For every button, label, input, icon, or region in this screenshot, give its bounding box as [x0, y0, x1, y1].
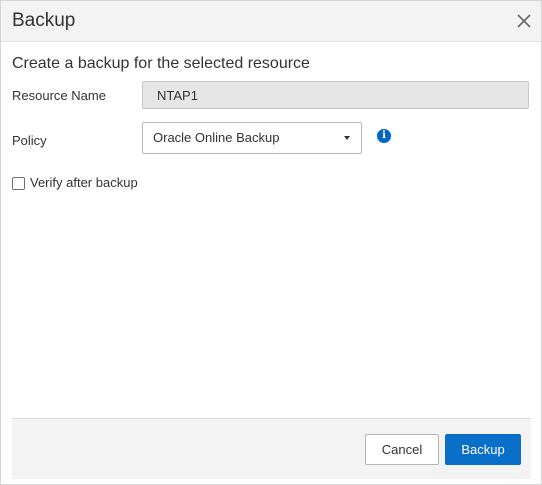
- policy-label: Policy: [12, 133, 47, 148]
- policy-select[interactable]: Oracle Online Backup: [142, 122, 362, 154]
- backup-button[interactable]: Backup: [445, 434, 521, 465]
- close-icon[interactable]: [515, 12, 533, 30]
- dialog-title: Backup: [12, 10, 76, 31]
- chevron-down-icon: [344, 136, 350, 140]
- resource-name-label: Resource Name: [12, 88, 106, 103]
- dialog-footer: Cancel Backup: [12, 418, 531, 479]
- policy-selected-value: Oracle Online Backup: [153, 130, 280, 145]
- cancel-button[interactable]: Cancel: [365, 434, 439, 465]
- backup-dialog: Backup Create a backup for the selected …: [0, 0, 542, 485]
- dialog-subtitle: Create a backup for the selected resourc…: [12, 55, 310, 72]
- verify-after-backup-checkbox[interactable]: [12, 177, 25, 190]
- info-icon[interactable]: i: [377, 129, 391, 143]
- resource-name-field[interactable]: [142, 81, 529, 109]
- dialog-header: Backup: [1, 1, 541, 42]
- verify-after-backup-label[interactable]: Verify after backup: [30, 175, 138, 190]
